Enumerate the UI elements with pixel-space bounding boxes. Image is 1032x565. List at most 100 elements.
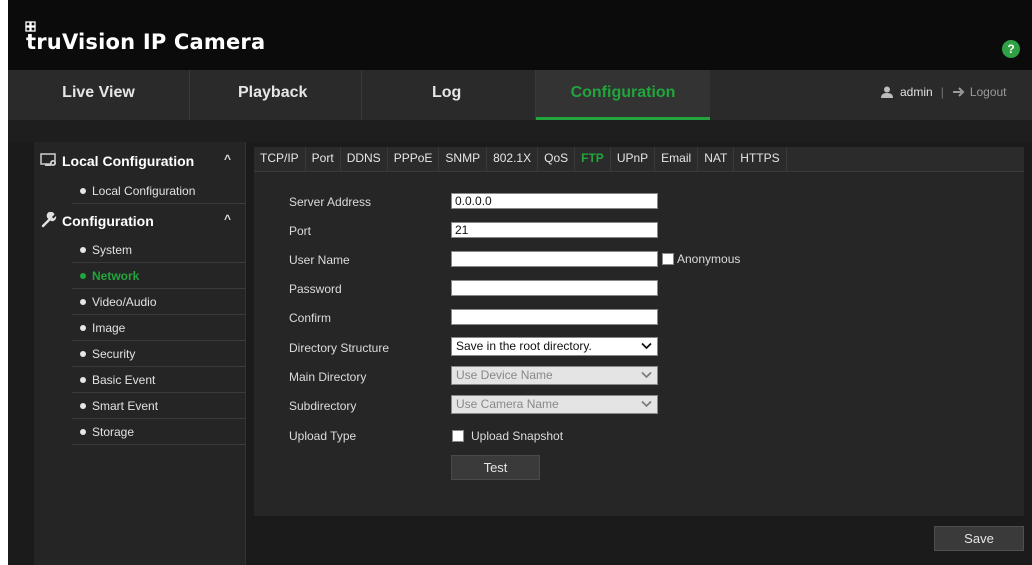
user-name-input[interactable] <box>451 251 658 267</box>
upload-snapshot-label: Upload Snapshot <box>471 429 564 443</box>
sidebar-item-label: Video/Audio <box>92 295 157 309</box>
sidebar-item-network[interactable]: Network <box>72 263 246 289</box>
row-user-name: User Name Anonymous <box>254 248 1024 277</box>
top-nav: Live View Playback Log Configuration adm… <box>8 70 1032 120</box>
port-input[interactable] <box>451 222 658 238</box>
bullet-icon <box>80 299 86 305</box>
sidebar: Local Configuration ^ Local Configuratio… <box>34 142 246 565</box>
tab-802-1x[interactable]: 802.1X <box>487 147 539 172</box>
collapse-caret-icon[interactable]: ^ <box>224 152 231 166</box>
sidebar-item-system[interactable]: System <box>72 237 246 263</box>
username: admin <box>900 85 933 99</box>
upload-type-label: Upload Type <box>289 429 357 443</box>
tab-upnp[interactable]: UPnP <box>611 147 656 172</box>
bullet-icon <box>80 247 86 253</box>
password-label: Password <box>289 282 342 296</box>
sidebar-item-label: Storage <box>92 425 135 439</box>
server-address-input[interactable] <box>451 193 658 209</box>
nav-tab-log[interactable]: Log <box>362 70 536 120</box>
tab-nat[interactable]: NAT <box>698 147 735 172</box>
brand-logo: truVision IP Camera <box>25 21 266 54</box>
test-button[interactable]: Test <box>451 455 540 480</box>
nav-tab-playback[interactable]: Playback <box>190 70 362 120</box>
server-address-label: Server Address <box>289 195 372 209</box>
main-directory-select[interactable]: Use Device Name <box>451 366 658 385</box>
tab-qos[interactable]: QoS <box>538 147 576 172</box>
sub-bar <box>8 120 1032 142</box>
collapse-caret-icon[interactable]: ^ <box>224 212 231 226</box>
bullet-icon <box>80 377 86 383</box>
save-button[interactable]: Save <box>934 526 1024 551</box>
bullet-icon <box>80 403 86 409</box>
logout-label: Logout <box>969 85 1007 99</box>
logout-link[interactable]: Logout <box>952 85 1007 99</box>
row-directory-structure: Directory Structure Save in the root dir… <box>254 336 1024 365</box>
confirm-label: Confirm <box>289 311 332 325</box>
sidebar-section-local-configuration[interactable]: Local Configuration ^ <box>34 148 246 174</box>
help-icon[interactable]: ? <box>1002 40 1020 58</box>
tab-snmp[interactable]: SNMP <box>439 147 488 172</box>
upload-snapshot-checkbox[interactable] <box>452 430 464 442</box>
subdirectory-value: Use Camera Name <box>456 397 559 411</box>
subdirectory-select[interactable]: Use Camera Name <box>451 395 658 414</box>
header: truVision IP Camera ? <box>8 0 1032 70</box>
nav-tab-configuration[interactable]: Configuration <box>536 70 710 120</box>
sidebar-item-label: Network <box>92 269 140 283</box>
chevron-down-icon <box>641 371 652 379</box>
wrench-icon <box>41 212 57 228</box>
brand-name: truVision IP Camera <box>26 30 266 54</box>
sidebar-section-label: Configuration <box>62 213 154 229</box>
sidebar-item-local-configuration[interactable]: Local Configuration <box>72 178 246 204</box>
tab-email[interactable]: Email <box>655 147 699 172</box>
directory-structure-select[interactable]: Save in the root directory. <box>451 337 658 356</box>
network-tabs: TCP/IP Port DDNS PPPoE SNMP 802.1X QoS F… <box>254 147 1024 172</box>
sidebar-item-image[interactable]: Image <box>72 315 246 341</box>
sidebar-section-configuration[interactable]: Configuration ^ <box>34 208 246 234</box>
app-window: truVision IP Camera ? Live View Playback… <box>8 0 1032 565</box>
confirm-password-input[interactable] <box>451 309 658 325</box>
bullet-icon <box>80 351 86 357</box>
sidebar-item-label: Smart Event <box>92 399 159 413</box>
row-confirm: Confirm <box>254 306 1024 335</box>
anonymous-label: Anonymous <box>677 252 741 266</box>
tab-ftp[interactable]: FTP <box>575 147 611 172</box>
chevron-down-icon <box>641 400 652 408</box>
row-upload-type: Upload Type Upload Snapshot <box>254 424 1024 453</box>
sidebar-item-storage[interactable]: Storage <box>72 419 246 445</box>
main-content: TCP/IP Port DDNS PPPoE SNMP 802.1X QoS F… <box>246 142 1032 565</box>
sidebar-section-label: Local Configuration <box>62 153 195 169</box>
main-directory-label: Main Directory <box>289 370 367 384</box>
tab-tcp-ip[interactable]: TCP/IP <box>254 147 306 172</box>
sidebar-item-basic-event[interactable]: Basic Event <box>72 367 246 393</box>
row-port: Port <box>254 219 1024 248</box>
row-main-directory: Main Directory Use Device Name <box>254 365 1024 394</box>
directory-structure-label: Directory Structure <box>289 341 390 355</box>
sidebar-item-label: Image <box>92 321 126 335</box>
row-server-address: Server Address <box>254 190 1024 219</box>
tab-https[interactable]: HTTPS <box>734 147 787 172</box>
row-password: Password <box>254 277 1024 306</box>
tab-ddns[interactable]: DDNS <box>341 147 388 172</box>
sidebar-item-label: Security <box>92 347 136 361</box>
tab-pppoe[interactable]: PPPoE <box>388 147 440 172</box>
sidebar-item-smart-event[interactable]: Smart Event <box>72 393 246 419</box>
sidebar-item-label: System <box>92 243 133 257</box>
sidebar-item-label: Local Configuration <box>92 184 196 198</box>
anonymous-checkbox[interactable] <box>662 253 674 265</box>
directory-structure-value: Save in the root directory. <box>456 339 592 353</box>
user-icon <box>881 86 893 98</box>
bullet-icon <box>80 429 86 435</box>
sidebar-item-video-audio[interactable]: Video/Audio <box>72 289 246 315</box>
bullet-icon <box>80 273 86 279</box>
port-label: Port <box>289 224 312 238</box>
bullet-icon <box>80 188 86 194</box>
subdirectory-label: Subdirectory <box>289 399 357 413</box>
password-input[interactable] <box>451 280 658 296</box>
main-directory-value: Use Device Name <box>456 368 553 382</box>
sidebar-item-security[interactable]: Security <box>72 341 246 367</box>
bullet-icon <box>80 325 86 331</box>
user-name-label: User Name <box>289 253 350 267</box>
tab-port[interactable]: Port <box>306 147 341 172</box>
row-subdirectory: Subdirectory Use Camera Name <box>254 394 1024 423</box>
nav-tab-live-view[interactable]: Live View <box>8 70 190 120</box>
